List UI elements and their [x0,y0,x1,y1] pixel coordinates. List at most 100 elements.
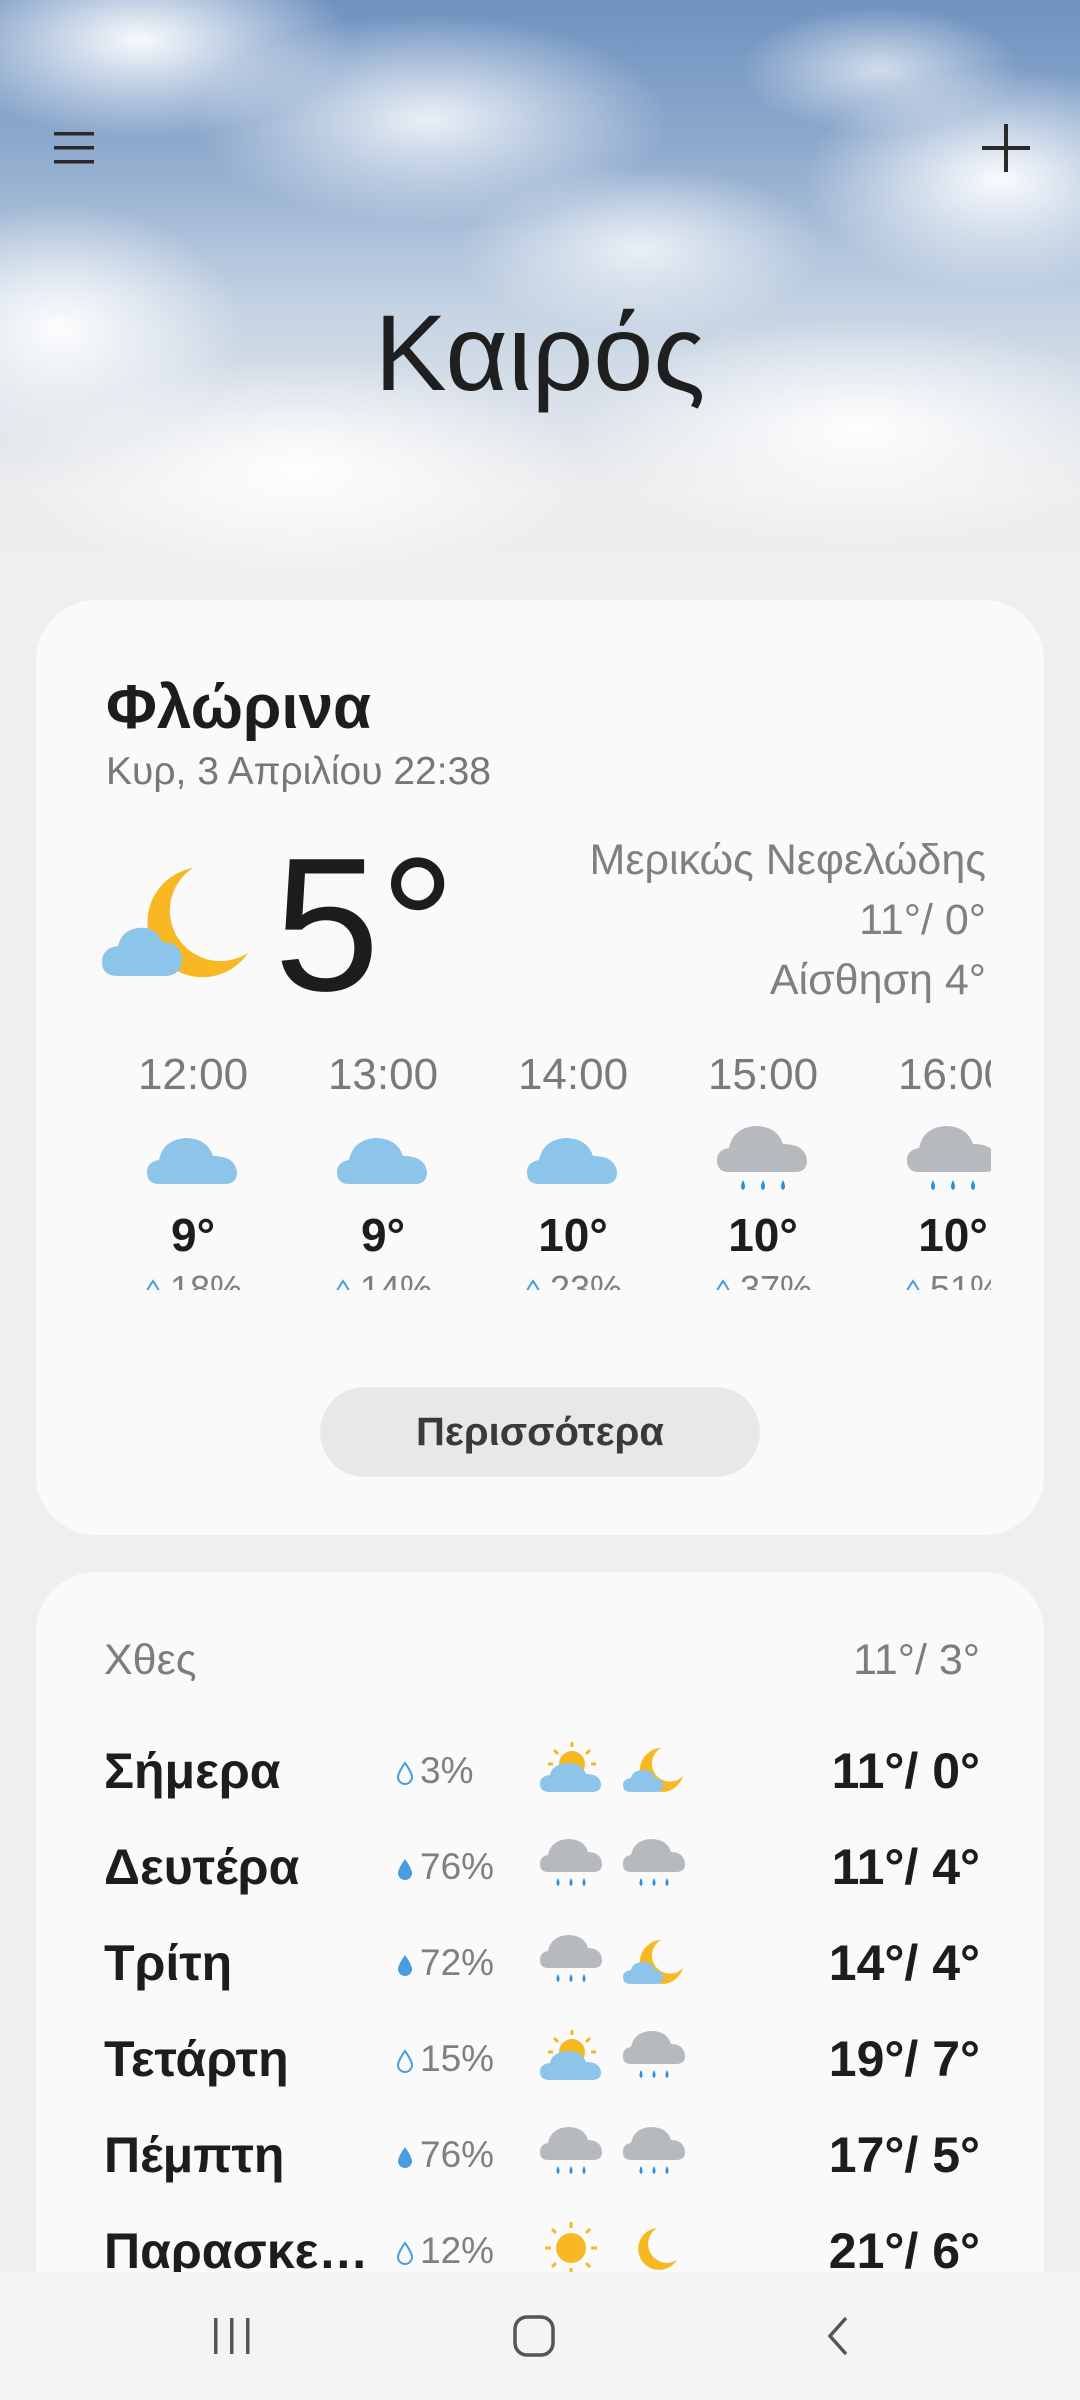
back-icon [827,2316,848,2356]
recent-apps-icon [214,2318,250,2354]
daily-row[interactable]: Τετάρτη 15% 19°/ 7° [36,2014,1044,2104]
day-name: Δευτέρα [104,1839,300,1895]
day-temps: 19°/ 7° [828,2031,980,2087]
day-name: Τρίτη [104,1935,233,1991]
yesterday-label: Χθες [104,1636,197,1684]
day-temps: 11°/ 0° [831,1743,980,1799]
hour-precip: 14% [288,1268,478,1290]
day-precip: 15% [396,2038,494,2080]
hour-precip: 18% [98,1268,288,1290]
home-button[interactable] [474,2286,594,2386]
hour-precip-value: 37% [739,1268,813,1290]
rain-icon [623,1839,685,1886]
more-button[interactable]: Περισσότερα [320,1387,760,1477]
current-temperature: 5° [274,819,456,1031]
feels-like: Αίσθηση 4° [769,956,986,1004]
hour-time: 13:00 [327,1050,439,1099]
droplet-outline-icon [146,1279,160,1290]
droplet-half-icon [716,1279,730,1290]
city-name: Φλώρινα [106,673,372,742]
hour-time: 15:00 [707,1050,819,1099]
hour-precip-value: 14% [359,1268,433,1290]
day-precip-value: 15% [420,2038,495,2079]
droplet-outline-icon [336,1279,350,1290]
hour-precip-value: 23% [549,1268,623,1290]
recent-apps-button[interactable] [172,2286,292,2386]
hour-precip: 37% [668,1268,858,1290]
day-precip: 72% [396,1942,494,1984]
rain-icon [623,2127,685,2174]
cloudy-icon [147,1138,237,1184]
plus-icon [982,124,1030,172]
day-precip-value: 76% [420,1846,495,1887]
day-temps: 17°/ 5° [828,2127,980,2183]
hourly-item[interactable]: 14:00 10° 23% [478,1050,668,1290]
daily-row[interactable]: Σήμερα 3% 11°/ 0° [36,1726,1044,1816]
hourly-item[interactable]: 13:00 9° 14% [288,1050,478,1290]
daily-row[interactable]: Τρίτη 72% 14°/ 4° [36,1918,1044,2008]
partly-sunny-icon [540,2030,601,2080]
day-precip: 76% [396,2134,494,2176]
home-icon [513,2315,555,2357]
droplet-half-icon [526,1279,540,1290]
hour-precip-value: 51% [929,1268,991,1290]
droplet-outline-icon [396,2241,414,2266]
menu-button[interactable] [26,100,122,196]
hour-precip: 51% [858,1268,991,1290]
droplet-filled-icon [398,1859,412,1881]
hour-time: 16:00 [897,1050,991,1099]
day-precip: 76% [396,1846,494,1888]
partly-cloudy-night-icon [623,1748,683,1792]
rain-icon [907,1126,991,1190]
hour-temp: 9° [171,1209,215,1261]
hour-temp: 10° [918,1209,988,1261]
system-navigation-bar [0,2272,1080,2400]
rain-icon [540,1839,602,1886]
app-title: Καιρός [374,292,706,413]
hour-precip: 23% [478,1268,668,1290]
day-precip-value: 12% [420,2230,495,2271]
droplet-filled-icon [398,2147,412,2169]
moon-icon [638,2228,677,2270]
rain-icon [623,2031,685,2078]
day-name: Σήμερα [104,1743,281,1799]
hourly-forecast-list[interactable]: 12:00 9° 18% 13:00 9° 14% 14:00 10° 23% [98,1050,991,1290]
droplet-filled-icon [398,1955,412,1977]
back-button[interactable] [778,2286,898,2386]
hour-time: 12:00 [137,1050,249,1099]
day-temps: 11°/ 4° [831,1839,980,1895]
day-precip: 12% [396,2230,494,2272]
daily-row[interactable]: Δευτέρα 76% 11°/ 4° [36,1822,1044,1912]
add-location-button[interactable] [958,100,1054,196]
partly-cloudy-night-icon [623,1940,683,1984]
cloudy-icon [337,1138,427,1184]
daily-row[interactable]: Πέμπτη 76% 17°/ 5° [36,2110,1044,2200]
hour-temp: 10° [538,1209,608,1261]
yesterday-temps: 11°/ 3° [853,1636,980,1684]
hourly-item[interactable]: 12:00 9° 18% [98,1050,288,1290]
current-datetime: Κυρ, 3 Απριλίου 22:38 [106,750,491,793]
hour-time: 14:00 [517,1050,629,1099]
droplet-outline-icon [396,2049,414,2074]
rain-icon [540,2127,602,2174]
day-precip-value: 3% [420,1750,474,1791]
day-name: Τετάρτη [104,2031,289,2087]
droplet-outline-icon [396,1761,414,1786]
hourly-item[interactable]: 16:00 10° 51% [858,1050,991,1290]
hour-temp: 10° [728,1209,798,1261]
day-precip-value: 72% [420,1942,495,1983]
current-weather-card[interactable]: Φλώρινα Κυρ, 3 Απριλίου 22:38 5° Μερικώς… [36,600,1044,1535]
rain-icon [540,1935,602,1982]
partly-cloudy-night-icon [102,868,248,978]
hamburger-menu-icon [54,132,94,164]
day-name: Πέμπτη [104,2127,285,2183]
rain-icon [717,1126,807,1190]
high-low-temps: 11°/ 0° [859,896,986,944]
day-precip: 3% [396,1750,473,1792]
day-precip-value: 76% [420,2134,495,2175]
sunny-icon [545,2222,597,2274]
condition-text: Μερικώς Νεφελώδης [589,836,987,884]
hourly-item[interactable]: 15:00 10° 37% [668,1050,858,1290]
cloudy-icon [527,1138,617,1184]
partly-sunny-icon [540,1742,601,1792]
